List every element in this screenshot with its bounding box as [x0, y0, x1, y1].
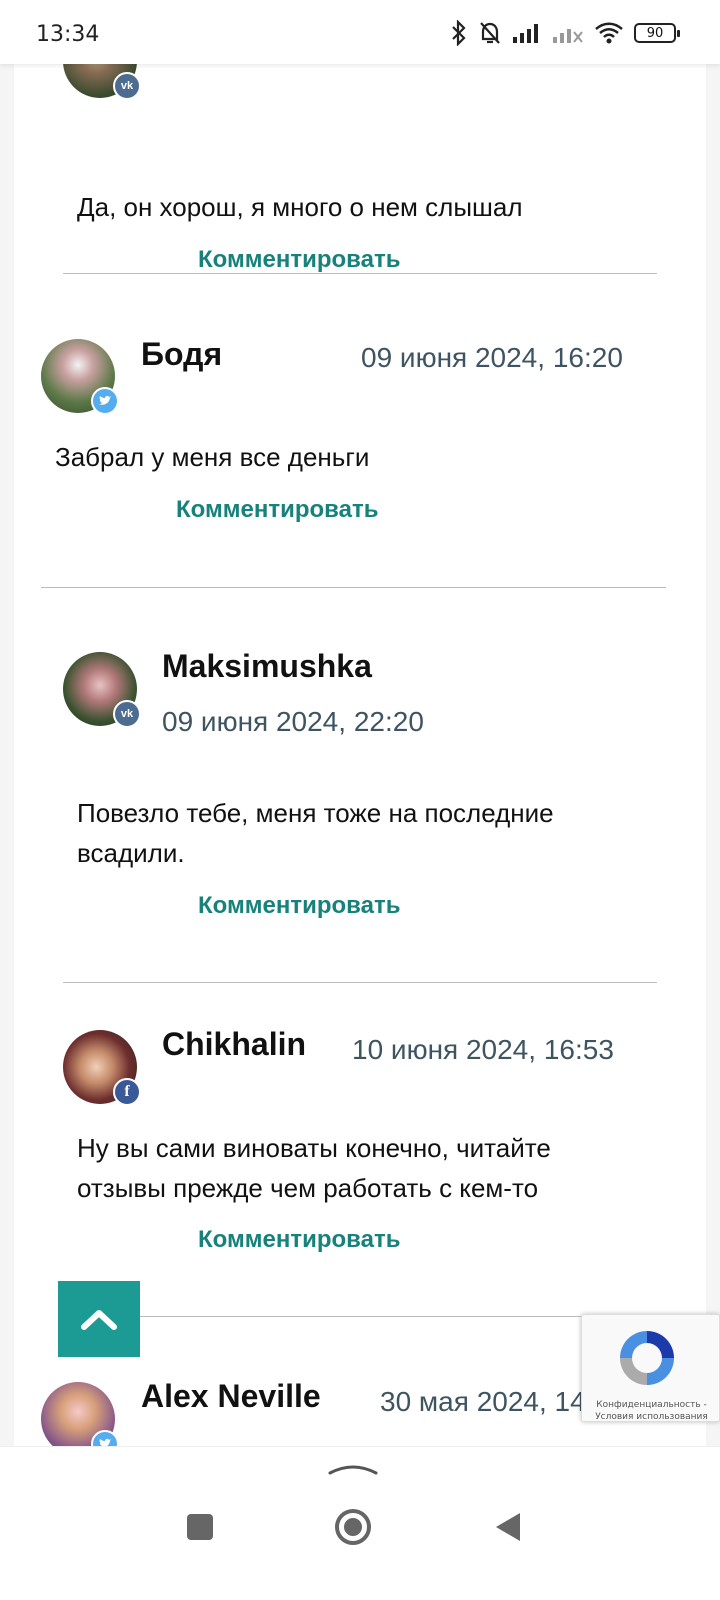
recaptcha-privacy-link[interactable]: Конфиденциальность — [596, 1400, 700, 1410]
comment-date: 09 июня 2024, 22:20 — [162, 706, 424, 737]
comment-divider — [63, 273, 657, 274]
comment-author[interactable]: Chikhalin — [162, 1026, 306, 1063]
comment-text-line: отзывы прежде чем работать с кем-то — [77, 1173, 539, 1203]
comment-divider — [41, 587, 666, 588]
wifi-icon — [595, 22, 623, 44]
recaptcha-links: Конфиденциальность - Условия использован… — [582, 1399, 720, 1423]
comment-reply-link[interactable]: Комментировать — [176, 496, 378, 524]
facebook-icon: f — [113, 1078, 141, 1106]
status-icons: 90 — [450, 20, 680, 46]
home-button[interactable] — [333, 1507, 373, 1547]
comment-author[interactable]: Maksimushka — [162, 648, 372, 685]
battery-indicator: 90 — [634, 23, 680, 43]
comment-author[interactable]: Alex Neville — [141, 1378, 321, 1415]
twitter-icon — [91, 387, 119, 415]
vk-icon: vk — [113, 700, 141, 728]
recaptcha-badge[interactable]: Конфиденциальность - Условия использован… — [581, 1314, 720, 1422]
comment-divider — [63, 982, 657, 983]
avatar[interactable]: vk — [63, 64, 141, 100]
chevron-up-handle-icon[interactable] — [328, 1461, 378, 1477]
recaptcha-separator: - — [700, 1400, 707, 1410]
recaptcha-terms-link[interactable]: Условия использования — [595, 1412, 708, 1422]
avatar[interactable]: vk — [63, 652, 141, 728]
comment-date: 10 июня 2024, 16:53 — [352, 1034, 614, 1065]
status-bar: 13:34 90 — [0, 0, 720, 64]
recent-apps-button[interactable] — [180, 1507, 220, 1547]
recaptcha-icon — [620, 1331, 674, 1385]
comment-text-line: всадили. — [77, 838, 185, 868]
bell-off-icon — [480, 22, 500, 44]
scroll-to-top-button[interactable] — [58, 1281, 140, 1357]
vk-icon: vk — [113, 72, 141, 100]
back-button[interactable] — [488, 1507, 528, 1547]
comment-date: 09 июня 2024, 16:20 — [361, 342, 623, 373]
comment-text-line: Повезло тебе, меня тоже на последние — [77, 798, 554, 828]
page-margin-right — [706, 64, 720, 1474]
comment-reply-link[interactable]: Комментировать — [198, 1226, 400, 1254]
comment-reply-link[interactable]: Комментировать — [198, 246, 400, 274]
avatar[interactable] — [41, 1382, 119, 1458]
system-navigation-bar — [0, 1446, 720, 1600]
page-margin-left — [0, 64, 14, 1474]
status-time: 13:34 — [36, 22, 100, 47]
battery-level: 90 — [646, 25, 664, 41]
bluetooth-icon — [452, 20, 466, 46]
signal-icon — [513, 24, 538, 43]
avatar[interactable]: f — [63, 1030, 141, 1106]
comment-text: Да, он хорош, я много о нем слышал — [77, 192, 523, 222]
comment-divider — [63, 1316, 657, 1317]
comment-author[interactable]: Бодя — [141, 336, 222, 373]
comment-text-line: Ну вы сами виноваты конечно, читайте — [77, 1133, 551, 1163]
avatar[interactable] — [41, 339, 119, 415]
signal-icon-secondary — [553, 29, 583, 43]
chevron-up-icon — [81, 1310, 117, 1330]
comment-text: Забрал у меня все деньги — [55, 442, 370, 472]
comment-reply-link[interactable]: Комментировать — [198, 892, 400, 920]
comments-list[interactable]: vk Да, он хорош, я много о нем слышал Ко… — [14, 64, 706, 1474]
comment-date: 30 мая 2024, 14 — [380, 1386, 586, 1417]
